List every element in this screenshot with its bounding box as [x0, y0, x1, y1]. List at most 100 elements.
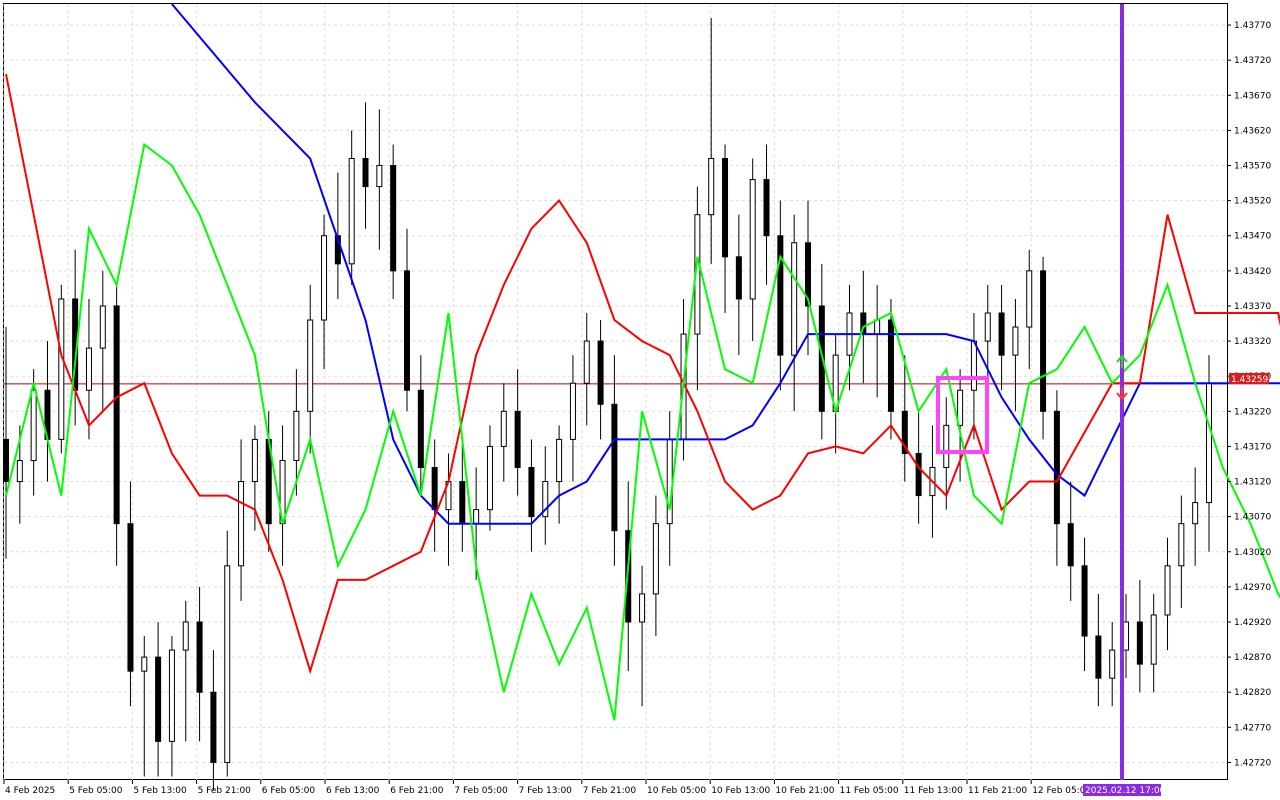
candle-body-up — [141, 656, 148, 672]
candle-body-up — [251, 438, 258, 483]
candle-body-down — [1067, 523, 1074, 567]
candle-body-up — [1026, 270, 1033, 328]
candle-body-down — [528, 466, 535, 518]
candle-body-down — [998, 312, 1005, 356]
x-tick-label: 5 Feb 05:00 — [69, 786, 123, 796]
x-tick-label: 7 Feb 13:00 — [519, 786, 573, 796]
candle-body-down — [1081, 565, 1088, 637]
y-tick-label: 1.43470 — [1234, 232, 1271, 242]
candle — [113, 284, 120, 566]
candle-body-down — [431, 466, 438, 511]
x-tick-label: 11 Feb 13:00 — [904, 786, 963, 796]
time-axis[interactable]: 4 Feb 2025 5 Feb 05:00 5 Feb 13:00 5 Feb 21… — [3, 780, 1092, 796]
x-tick-label: 11 Feb 05:00 — [840, 786, 899, 796]
y-tick-label: 1.42770 — [1234, 723, 1271, 733]
candle-body-up — [182, 621, 189, 651]
candle-body-down — [417, 389, 424, 468]
candle-body-up — [500, 410, 507, 447]
candle-body-down — [3, 438, 9, 483]
candle-body-down — [514, 410, 521, 468]
candle-body-up — [1109, 649, 1116, 679]
y-tick-label: 1.43570 — [1234, 162, 1271, 172]
candle-body-down — [210, 691, 217, 763]
x-tick-label: 5 Feb 21:00 — [198, 786, 252, 796]
candle-body-up — [984, 312, 991, 342]
y-tick-label: 1.42720 — [1234, 758, 1271, 768]
y-tick-label: 1.43770 — [1234, 21, 1271, 31]
candle-body-down — [597, 340, 604, 405]
candle-body-down — [915, 452, 922, 497]
y-tick-label: 1.42970 — [1234, 583, 1271, 593]
candle-body-up — [16, 459, 23, 483]
current-price-badge: 1.43259 — [1229, 373, 1269, 385]
y-tick-label: 1.43670 — [1234, 91, 1271, 101]
candle-body-down — [196, 621, 203, 693]
candle-body-down — [722, 157, 729, 258]
candle-body-up — [473, 509, 480, 525]
candle-body-up — [1150, 614, 1157, 665]
price-axis[interactable]: 1.43770 1.43720 1.43670 1.43620 1.43570 1.435… — [1227, 21, 1271, 768]
candle-body-down — [1040, 270, 1047, 412]
candle-body-up — [666, 438, 673, 525]
x-tick-label: 4 Feb 2025 — [5, 786, 55, 796]
candle-body-up — [943, 424, 950, 468]
candle-body-down — [113, 305, 120, 525]
candle-body-down — [390, 165, 397, 272]
y-tick-label: 1.42920 — [1234, 618, 1271, 628]
candle-body-up — [238, 481, 245, 567]
y-tick-label: 1.43420 — [1234, 267, 1271, 277]
candle-body-down — [611, 403, 618, 532]
x-tick-label: 6 Feb 13:00 — [326, 786, 380, 796]
price-chart[interactable]: 1.43770 1.43720 1.43670 1.43620 1.43570 1.435… — [0, 0, 1280, 800]
y-tick-label: 1.42870 — [1234, 653, 1271, 663]
x-tick-label: 10 Feb 05:00 — [647, 786, 706, 796]
y-tick-label: 1.43720 — [1234, 56, 1271, 66]
candle-body-down — [777, 235, 784, 356]
y-tick-label: 1.42820 — [1234, 688, 1271, 698]
y-tick-label: 1.43320 — [1234, 337, 1271, 347]
candle-body-up — [30, 389, 37, 461]
x-tick-label: 12 Feb 05:00 — [1032, 786, 1091, 796]
x-tick-label: 6 Feb 21:00 — [390, 786, 444, 796]
candle-body-down — [763, 179, 770, 237]
current-price-label: 1.43259 — [1231, 375, 1268, 385]
candle-body-down — [155, 656, 162, 742]
candle-body-up — [1123, 621, 1130, 651]
candle-body-up — [749, 179, 756, 300]
candle-body-up — [639, 593, 646, 623]
candle-body-up — [321, 235, 328, 321]
candle-body-up — [569, 382, 576, 440]
candle-body-down — [127, 523, 134, 672]
candle-body-up — [85, 347, 92, 391]
candle-body-up — [874, 319, 881, 335]
candle-body-down — [1095, 635, 1102, 679]
candle-body-down — [459, 481, 466, 525]
x-tick-label: 11 Feb 21:00 — [968, 786, 1027, 796]
candle-body-up — [791, 242, 798, 356]
candle — [58, 284, 65, 454]
time-cursor-label: 2025.02.12 17:00 — [1085, 786, 1166, 796]
y-tick-label: 1.43170 — [1234, 442, 1271, 452]
y-tick-label: 1.43020 — [1234, 548, 1271, 558]
candle-body-up — [1192, 502, 1199, 525]
candle-body-up — [348, 157, 355, 265]
candle-body-up — [583, 340, 590, 384]
candle-body-down — [362, 157, 369, 188]
candle — [224, 530, 231, 777]
candle-body-up — [1206, 382, 1212, 504]
y-tick-label: 1.43070 — [1234, 513, 1271, 523]
candle-body-up — [293, 410, 300, 461]
candle-body-up — [708, 157, 715, 216]
candle-body-up — [99, 305, 106, 349]
candle-body-up — [307, 319, 314, 412]
time-cursor-badge: 2025.02.12 17:00 — [1083, 784, 1166, 796]
x-tick-label: 7 Feb 21:00 — [583, 786, 637, 796]
candle-body-up — [168, 649, 175, 742]
y-tick-label: 1.43120 — [1234, 478, 1271, 488]
candle-body-up — [1164, 565, 1171, 616]
candle-body-up — [376, 165, 383, 188]
candle-body-up — [1178, 523, 1185, 567]
y-tick-label: 1.43220 — [1234, 407, 1271, 417]
candle-body-up — [556, 438, 563, 483]
y-tick-label: 1.43520 — [1234, 197, 1271, 207]
